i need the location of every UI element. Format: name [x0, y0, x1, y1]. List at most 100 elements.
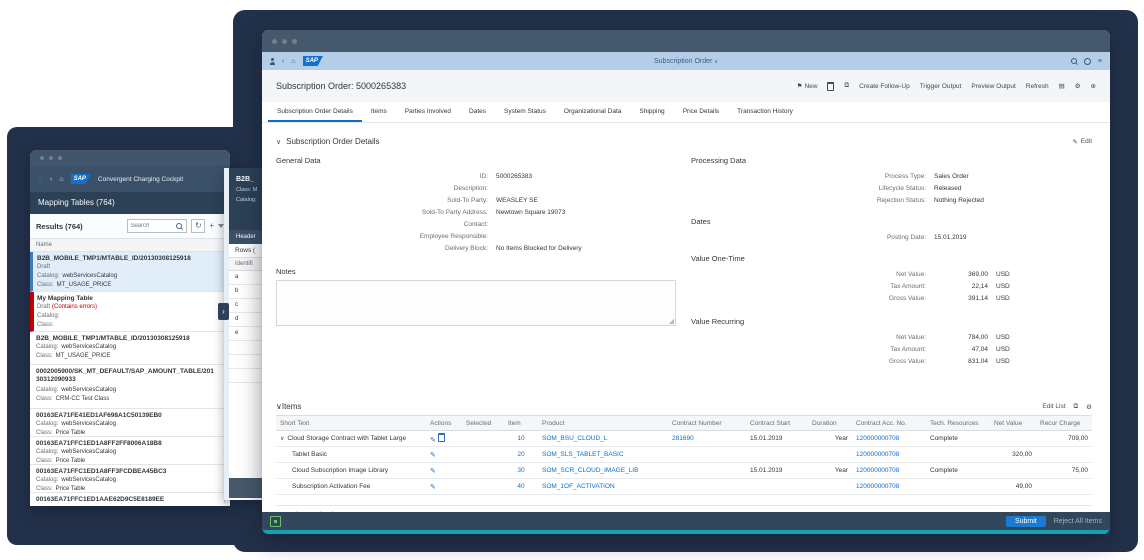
messages-button[interactable] [270, 516, 281, 527]
delete-button[interactable] [827, 82, 834, 91]
contract-number-link[interactable]: 281690 [672, 435, 694, 442]
gear-icon[interactable]: ⚙ [1086, 403, 1092, 411]
edit-row-icon[interactable]: ✎ [430, 484, 436, 491]
col-contract-number[interactable]: Contract Number [668, 416, 746, 431]
search-icon[interactable] [1071, 58, 1077, 64]
copy-button[interactable]: ⧉ [844, 82, 849, 90]
col-product[interactable]: Product [538, 416, 668, 431]
table-row[interactable]: Cloud Subscription Image Library ✎ 30 SO… [276, 463, 1092, 479]
edit-button[interactable]: ✎Edit [1072, 138, 1092, 146]
settings-button[interactable]: ⚙ [1075, 82, 1081, 90]
contract-acc-link[interactable]: 120000000708 [856, 435, 899, 442]
tab-parties-involved[interactable]: Parties Involved [396, 102, 460, 122]
window-control-dot[interactable] [40, 156, 44, 160]
col-short-text[interactable]: Short Text [276, 416, 426, 431]
create-follow-up-button[interactable]: Create Follow-Up [859, 83, 910, 90]
list-item[interactable]: 00163EA71FFC1ED1A8FF3FCDBEA45BC3 Catalog… [30, 465, 230, 493]
help-button[interactable]: ⊕ [1091, 82, 1096, 90]
product-link[interactable]: SOM_1OF_ACTIVATION [542, 483, 615, 490]
chevron-down-icon[interactable]: ∨ [276, 138, 281, 146]
list-item[interactable]: 00163EA71FFC1ED1A8FF2FF8006A18B8 Catalog… [30, 437, 230, 465]
reject-all-items-button[interactable]: Reject All Items [1054, 518, 1102, 525]
list-item[interactable]: 0002005900/SK_MT_DEFAULT/SAP_AMOUNT_TABL… [30, 365, 230, 409]
col-net-value[interactable]: Net Value [990, 416, 1036, 431]
selected-cell[interactable] [462, 479, 504, 495]
list-item[interactable]: 00163EA71FFC1ED1AAE62D9C5E8189EE › [30, 493, 230, 506]
edit-list-button[interactable]: Edit List [1042, 403, 1065, 410]
table-row[interactable]: Subscription Activation Fee ✎ 40 SOM_1OF… [276, 479, 1092, 495]
shell-bar: ‹ ⌂ SAP Convergent Charging Cockpit [30, 166, 230, 192]
home-icon[interactable]: ⌂ [59, 176, 63, 183]
tab-transaction-history[interactable]: Transaction History [728, 102, 802, 122]
list-item[interactable]: B2B_MOBILE_TMP1/MTABLE_ID/20130308125918… [30, 332, 230, 365]
row-expander-icon[interactable]: ∨ [280, 436, 284, 442]
delete-row-icon[interactable] [438, 433, 445, 442]
new-button[interactable]: ⚑New [797, 82, 818, 90]
header-actions: ⚑New ⧉ Create Follow-Up Trigger Output P… [797, 82, 1096, 91]
list-item[interactable]: My Mapping Table Draft(Contains errors) … [30, 292, 230, 332]
notes-textarea[interactable] [276, 280, 676, 326]
window-control-dot[interactable] [292, 39, 297, 44]
tab-price-details[interactable]: Price Details [674, 102, 728, 122]
edit-row-icon[interactable]: ✎ [430, 437, 436, 444]
col-selected[interactable]: Selected [462, 416, 504, 431]
subscription-order-window: Subscription Order ∨ ‹ ⌂ SAP ≡ Subscript… [262, 30, 1110, 534]
tab-system-status[interactable]: System Status [495, 102, 555, 122]
col-tech-resources[interactable]: Tech. Resources [926, 416, 990, 431]
edit-row-icon[interactable]: ✎ [430, 452, 436, 459]
item-number-link[interactable]: 10 [517, 435, 524, 442]
display-log-button[interactable]: ▤ [1059, 82, 1065, 90]
window-control-dot[interactable] [49, 156, 53, 160]
general-data-column: General Data ID:5000265383 Description: … [276, 154, 677, 368]
col-duration[interactable]: Duration [808, 416, 852, 431]
refresh-button[interactable]: Refresh [1026, 83, 1049, 90]
selected-cell[interactable] [462, 447, 504, 463]
resize-grip-icon[interactable] [669, 319, 674, 324]
search-input[interactable] [128, 223, 176, 229]
product-link[interactable]: SOM_SCR_CLOUD_IMAGE_LIB [542, 467, 638, 474]
col-contract-acc-no[interactable]: Contract Acc. No. [852, 416, 926, 431]
refresh-button[interactable]: ↻ [191, 219, 205, 233]
trigger-output-button[interactable]: Trigger Output [920, 83, 962, 90]
tab-organizational-data[interactable]: Organizational Data [555, 102, 630, 122]
contract-acc-link[interactable]: 120000000708 [856, 451, 899, 458]
selected-cell[interactable] [462, 463, 504, 479]
user-icon[interactable] [38, 176, 43, 183]
col-contract-start[interactable]: Contract Start [746, 416, 808, 431]
list-item[interactable]: B2B_MOBILE_TMP1/MTABLE_ID/20130308125918… [30, 252, 230, 292]
search-icon[interactable] [176, 223, 182, 229]
window-control-dot[interactable] [58, 156, 62, 160]
item-number-link[interactable]: 30 [517, 467, 524, 474]
table-row[interactable]: Tablet Basic ✎ 20 SOM_SLS_TABLET_BASIC 1… [276, 447, 1092, 463]
list-item[interactable]: 00163EA71FE41ED1AF698A1C50139EB0 Catalog… [30, 409, 230, 437]
col-item[interactable]: Item [504, 416, 538, 431]
edit-row-icon[interactable]: ✎ [430, 468, 436, 475]
submit-button[interactable]: Submit [1006, 516, 1046, 527]
desktop-background: ‹ ⌂ SAP Convergent Charging Cockpit Mapp… [0, 0, 1144, 560]
col-actions[interactable]: Actions [426, 416, 462, 431]
item-catalog: Catalog: [37, 312, 216, 321]
preview-output-button[interactable]: Preview Output [971, 83, 1015, 90]
contract-acc-link[interactable]: 120000000708 [856, 467, 899, 474]
window-control-dot[interactable] [272, 39, 277, 44]
item-number-link[interactable]: 20 [517, 451, 524, 458]
item-number-link[interactable]: 40 [517, 483, 524, 490]
user-icon[interactable] [270, 58, 275, 65]
product-link[interactable]: SOM_BSU_CLOUD_L [542, 435, 607, 442]
tab-subscription-order-details[interactable]: Subscription Order Details [268, 102, 362, 122]
expand-panel-button[interactable]: › [218, 303, 229, 320]
tab-items[interactable]: Items [362, 102, 396, 122]
window-control-dot[interactable] [282, 39, 287, 44]
shell-title[interactable]: Subscription Order ∨ [262, 58, 1110, 65]
tab-shipping[interactable]: Shipping [630, 102, 673, 122]
copy-icon[interactable]: ⧉ [1074, 403, 1079, 411]
contract-acc-link[interactable]: 120000000708 [856, 483, 899, 490]
back-icon[interactable]: ‹ [50, 176, 52, 183]
product-link[interactable]: SOM_SLS_TABLET_BASIC [542, 451, 624, 458]
col-recur-charge[interactable]: Recur Charge [1036, 416, 1092, 431]
tab-dates[interactable]: Dates [460, 102, 495, 122]
selected-cell[interactable] [462, 431, 504, 447]
add-button[interactable]: + [209, 220, 214, 232]
sold-to-party-link[interactable]: WEASLEY SE [496, 195, 677, 207]
table-row[interactable]: ∨Cloud Storage Contract with Tablet Larg… [276, 431, 1092, 447]
